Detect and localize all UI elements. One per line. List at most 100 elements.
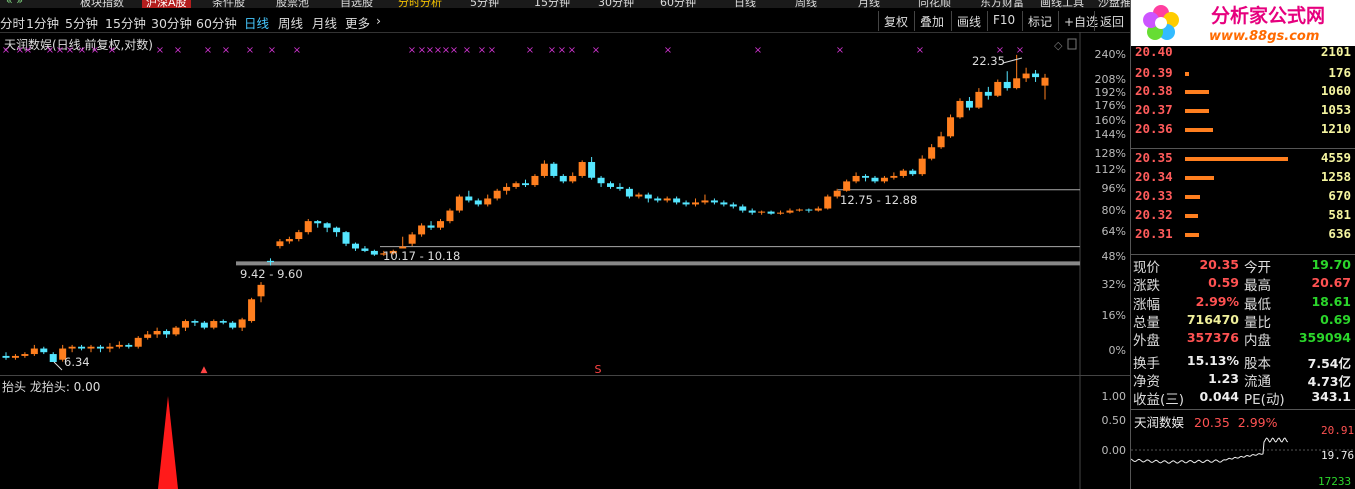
market-tab-13[interactable]: 同花顺 bbox=[918, 0, 951, 8]
candle-body bbox=[68, 346, 76, 349]
indicator-chart[interactable]: 1.000.500.00▲S bbox=[0, 376, 1130, 489]
market-tab-15[interactable]: 画线工具 bbox=[1040, 0, 1084, 8]
quote-value: 343.1 bbox=[1311, 389, 1351, 405]
candle-body bbox=[616, 186, 624, 189]
market-tab-1[interactable]: 沪深A股 bbox=[142, 0, 191, 8]
order-volume: 1210 bbox=[1320, 121, 1351, 136]
candle-body bbox=[144, 334, 152, 338]
candle-body bbox=[87, 346, 95, 349]
candle-body bbox=[219, 321, 227, 323]
market-tab-12[interactable]: 月线 bbox=[858, 0, 880, 8]
market-tab-16[interactable]: 沙盘推演 bbox=[1098, 0, 1130, 8]
candle-body bbox=[786, 210, 794, 213]
candle-body bbox=[965, 100, 973, 108]
signal-marker: × bbox=[108, 45, 116, 56]
y-tick-label: 128% bbox=[1095, 147, 1126, 160]
tool-button-0[interactable]: 复权 bbox=[878, 11, 913, 31]
market-tab-4[interactable]: 自选股 bbox=[340, 0, 373, 8]
y-tick-label: 32% bbox=[1102, 278, 1126, 291]
period-9[interactable]: 更多 bbox=[345, 13, 370, 32]
order-volume-bar bbox=[1185, 90, 1209, 94]
candle-body bbox=[701, 200, 709, 203]
svg-text:分析家公式网: 分析家公式网 bbox=[1211, 4, 1325, 27]
candle-body bbox=[323, 223, 331, 228]
period-2[interactable]: 5分钟 bbox=[65, 13, 98, 32]
period-3[interactable]: 15分钟 bbox=[105, 13, 146, 32]
market-tab-10[interactable]: 日线 bbox=[734, 0, 756, 8]
tool-button-4[interactable]: 标记 bbox=[1022, 11, 1057, 31]
market-tab-14[interactable]: 东方财富 bbox=[980, 0, 1024, 8]
strip-scroll-icon[interactable]: « » bbox=[6, 0, 23, 7]
quote-value: 7.54亿 bbox=[1307, 355, 1351, 371]
tool-button-2[interactable]: 画线 bbox=[951, 11, 986, 31]
order-price: 20.39 bbox=[1135, 65, 1173, 80]
candle-body bbox=[163, 330, 171, 335]
market-tab-3[interactable]: 股票池 bbox=[276, 0, 309, 8]
order-price: 20.32 bbox=[1135, 207, 1173, 222]
candle-body bbox=[607, 183, 615, 187]
more-chevron-icon[interactable]: › bbox=[376, 13, 381, 28]
period-1[interactable]: 1分钟 bbox=[26, 13, 59, 32]
candle-body bbox=[96, 346, 104, 349]
quote-value: 2.99% bbox=[1195, 293, 1239, 309]
period-4[interactable]: 30分钟 bbox=[151, 13, 192, 32]
candle-body bbox=[729, 204, 737, 207]
quote-label: 流通 bbox=[1244, 373, 1271, 390]
market-tab-5[interactable]: 分时分析 bbox=[398, 0, 442, 8]
market-tab-9[interactable]: 60分钟 bbox=[660, 0, 696, 8]
tool-button-3[interactable]: F10 bbox=[987, 11, 1020, 31]
order-price: 20.37 bbox=[1135, 102, 1173, 117]
market-tab-0[interactable]: 板块指数 bbox=[80, 0, 124, 8]
order-book-row[interactable]: 20.37 1053 bbox=[1131, 102, 1355, 122]
diamond-icon: ◇ bbox=[1054, 39, 1063, 52]
market-tab-8[interactable]: 30分钟 bbox=[598, 0, 634, 8]
tool-button-6[interactable]: 返回 bbox=[1094, 11, 1129, 31]
candle-body bbox=[843, 181, 851, 191]
order-book-row[interactable]: 20.34 1258 bbox=[1131, 169, 1355, 189]
market-tab-strip: 板块指数 沪深A股 条件股 股票池 自选股 分时分析 5分钟 15分钟 30分钟 60分钟 日线 周线… bbox=[0, 0, 1130, 8]
candle-body bbox=[918, 158, 926, 175]
order-book-row[interactable]: 20.35 4559 bbox=[1131, 150, 1355, 170]
period-0[interactable]: 分时 bbox=[0, 13, 25, 32]
signal-marker: × bbox=[526, 45, 534, 56]
quote-label: 换手 bbox=[1133, 355, 1160, 372]
candle-body bbox=[30, 348, 38, 355]
annotation-pointer bbox=[1002, 57, 1023, 64]
candle-body bbox=[455, 196, 463, 211]
signal-marker: × bbox=[450, 45, 458, 56]
order-book-row[interactable]: 20.38 1060 bbox=[1131, 83, 1355, 103]
order-book-row[interactable]: 20.33 670 bbox=[1131, 188, 1355, 208]
candlestick-chart[interactable]: 240% 208%192%176% 160%144% 128% 112% 96% 80% 64… bbox=[0, 32, 1130, 376]
y-tick-label: 240% bbox=[1095, 48, 1126, 61]
market-tab-7[interactable]: 15分钟 bbox=[534, 0, 570, 8]
order-book-row[interactable]: 20.31 636 bbox=[1131, 226, 1355, 246]
candle-body bbox=[880, 177, 888, 182]
signal-marker: × bbox=[56, 45, 64, 56]
tool-button-1[interactable]: 叠加 bbox=[914, 11, 949, 31]
signal-marker: × bbox=[664, 45, 672, 56]
quote-value: 0.69 bbox=[1320, 311, 1351, 327]
range-label-2: 10.17 - 10.18 bbox=[383, 249, 460, 263]
order-book-row[interactable]: 20.36 1210 bbox=[1131, 121, 1355, 141]
period-6[interactable]: 日线 bbox=[244, 13, 269, 32]
order-volume-bar bbox=[1185, 109, 1209, 113]
candle-body bbox=[474, 200, 482, 205]
y-tick-label: 208% bbox=[1095, 73, 1126, 86]
y-tick-label: 48% bbox=[1102, 250, 1126, 263]
candle-body bbox=[248, 299, 256, 322]
quote-value: 20.35 bbox=[1199, 257, 1239, 272]
order-book-row[interactable]: 20.40 2101 bbox=[1131, 44, 1355, 64]
market-tab-6[interactable]: 5分钟 bbox=[470, 0, 499, 8]
market-tab-2[interactable]: 条件股 bbox=[212, 0, 245, 8]
order-book-row[interactable]: 20.39 176 bbox=[1131, 65, 1355, 85]
candle-body bbox=[909, 170, 917, 175]
order-book-row[interactable]: 20.32 581 bbox=[1131, 207, 1355, 227]
signal-marker: × bbox=[754, 45, 762, 56]
market-tab-11[interactable]: 周线 bbox=[795, 0, 817, 8]
period-8[interactable]: 月线 bbox=[312, 13, 337, 32]
candle-body bbox=[21, 354, 29, 356]
period-5[interactable]: 60分钟 bbox=[196, 13, 237, 32]
period-7[interactable]: 周线 bbox=[278, 13, 303, 32]
order-volume-bar bbox=[1185, 157, 1288, 161]
candle-body bbox=[673, 198, 681, 203]
